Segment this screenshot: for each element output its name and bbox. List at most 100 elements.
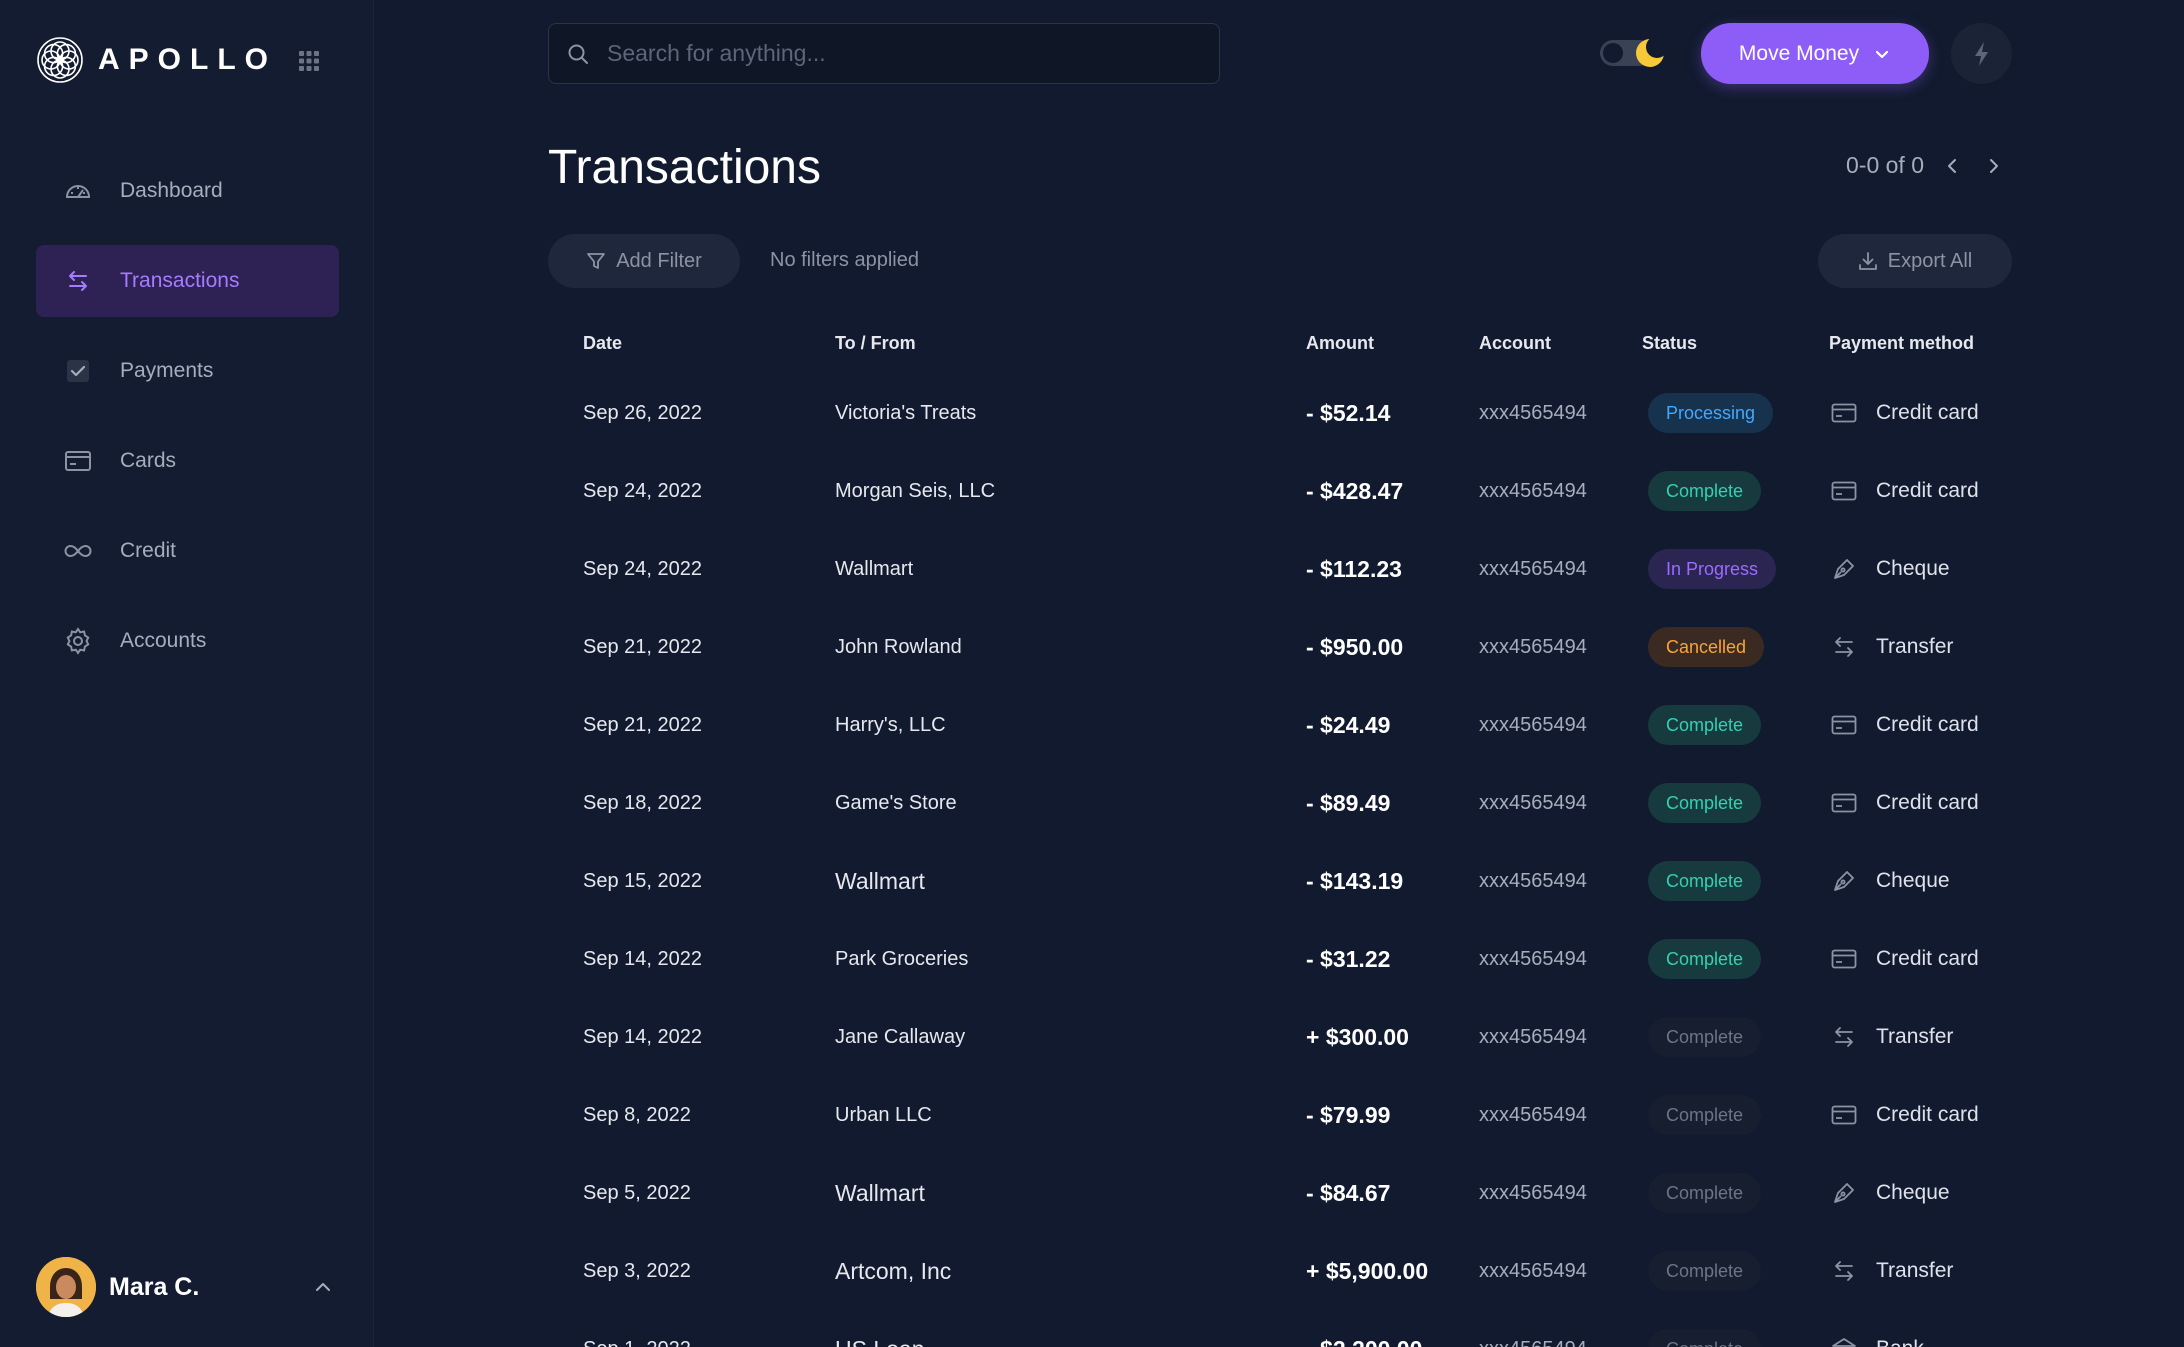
cell-status: Complete xyxy=(1648,998,1762,1076)
pagination-text: 0-0 of 0 xyxy=(1846,152,1924,178)
column-header-amount[interactable]: Amount xyxy=(1306,333,1374,354)
table-row[interactable]: Sep 3, 2022 Artcom, Inc + $5,900.00 xxx4565… xyxy=(548,1232,2018,1310)
status-badge: Complete xyxy=(1648,1251,1762,1291)
cell-account: xxx4565494 xyxy=(1479,1103,1587,1126)
column-header-account[interactable]: Account xyxy=(1479,333,1551,354)
logo[interactable]: APOLLO xyxy=(36,36,277,84)
card-icon xyxy=(64,447,92,475)
cell-payment-method: Transfer xyxy=(1830,608,1953,686)
column-header-status[interactable]: Status xyxy=(1642,333,1697,354)
notifications-button[interactable] xyxy=(1951,23,2012,84)
arrows-exchange-icon xyxy=(1830,633,1858,661)
sidebar-item-cards[interactable]: Cards xyxy=(36,425,339,497)
lightning-icon xyxy=(1974,41,1988,66)
add-filter-button[interactable]: Add Filter xyxy=(548,234,740,288)
apollo-logo-icon xyxy=(37,37,83,83)
sidebar-item-accounts[interactable]: Accounts xyxy=(36,605,339,677)
search-input[interactable] xyxy=(607,40,1167,67)
gauge-icon xyxy=(64,177,92,205)
cell-payment-method: Cheque xyxy=(1830,842,1950,920)
cell-account: xxx4565494 xyxy=(1479,635,1587,658)
sidebar-item-dashboard[interactable]: Dashboard xyxy=(36,155,339,227)
export-all-label: Export All xyxy=(1887,249,1973,272)
cell-date: Sep 1, 2022 xyxy=(583,1310,691,1347)
status-badge: Cancelled xyxy=(1648,627,1765,667)
pen-icon xyxy=(1830,555,1858,583)
cell-amount: - $84.67 xyxy=(1306,1179,1391,1206)
cell-status: Complete xyxy=(1648,920,1762,998)
table-row[interactable]: Sep 18, 2022 Game's Store - $89.49 xxx45654… xyxy=(548,764,2018,842)
filter-icon xyxy=(587,253,606,269)
app-grid-icon[interactable] xyxy=(298,50,320,72)
column-header-to-from[interactable]: To / From xyxy=(835,333,916,354)
cell-payment-method: Cheque xyxy=(1830,530,1950,608)
payment-method-label: Transfer xyxy=(1876,1259,1954,1282)
payment-method-label: Transfer xyxy=(1876,635,1954,658)
cell-status: Complete xyxy=(1648,1076,1762,1154)
sidebar-item-credit[interactable]: Credit xyxy=(36,515,339,587)
cell-account: xxx4565494 xyxy=(1479,713,1587,736)
move-money-button[interactable]: Move Money xyxy=(1701,23,1929,84)
cell-amount: - $52.14 xyxy=(1306,399,1391,426)
cell-status: Complete xyxy=(1648,842,1762,920)
cell-status: In Progress xyxy=(1648,530,1777,608)
column-header-payment-method[interactable]: Payment method xyxy=(1829,333,1974,354)
status-badge: Complete xyxy=(1648,471,1762,511)
sidebar-item-transactions[interactable]: Transactions xyxy=(36,245,339,317)
status-badge: Complete xyxy=(1648,1329,1762,1347)
cell-amount: - $24.49 xyxy=(1306,711,1391,738)
sidebar-item-label: Transactions xyxy=(120,269,240,292)
payment-method-label: Credit card xyxy=(1876,401,1979,424)
cell-account: xxx4565494 xyxy=(1479,791,1587,814)
chevron-left-icon xyxy=(1948,158,1956,173)
move-money-label: Move Money xyxy=(1738,41,1860,65)
search-bar[interactable] xyxy=(548,23,1220,84)
table-row[interactable]: Sep 21, 2022 John Rowland - $950.00 xxx4565… xyxy=(548,608,2018,686)
export-all-button[interactable]: Export All xyxy=(1818,234,2012,288)
sidebar-item-label: Payments xyxy=(120,359,214,382)
pen-icon xyxy=(1830,1179,1858,1207)
table-row[interactable]: Sep 1, 2022 US Loan - $2,200.00 xxx4565494 C… xyxy=(548,1310,2018,1347)
next-page-button[interactable] xyxy=(1982,155,2004,177)
payment-method-label: Transfer xyxy=(1876,1025,1954,1048)
column-header-date[interactable]: Date xyxy=(583,333,622,354)
prev-page-button[interactable] xyxy=(1942,155,1964,177)
theme-toggle[interactable] xyxy=(1600,36,1670,70)
table-row[interactable]: Sep 8, 2022 Urban LLC - $79.99 xxx4565494 Co… xyxy=(548,1076,2018,1154)
cell-to-from: John Rowland xyxy=(835,635,962,658)
table-row[interactable]: Sep 24, 2022 Morgan Seis, LLC - $428.47 xxx… xyxy=(548,452,2018,530)
table-row[interactable]: Sep 15, 2022 Wallmart - $143.19 xxx4565494 C… xyxy=(548,842,2018,920)
cell-date: Sep 21, 2022 xyxy=(583,713,702,736)
cell-account: xxx4565494 xyxy=(1479,1181,1587,1204)
pen-icon xyxy=(1830,867,1858,895)
table-row[interactable]: Sep 21, 2022 Harry's, LLC - $24.49 xxx45654… xyxy=(548,686,2018,764)
status-badge: Complete xyxy=(1648,783,1762,823)
sidebar-item-label: Dashboard xyxy=(120,179,223,202)
cell-payment-method: Cheque xyxy=(1830,1154,1950,1232)
table-row[interactable]: Sep 5, 2022 Wallmart - $84.67 xxx4565494 Com… xyxy=(548,1154,2018,1232)
cell-status: Cancelled xyxy=(1648,608,1765,686)
cell-to-from: Urban LLC xyxy=(835,1103,932,1126)
payment-method-label: Cheque xyxy=(1876,557,1950,580)
cell-status: Complete xyxy=(1648,1232,1762,1310)
cell-to-from: Park Groceries xyxy=(835,947,969,970)
cell-to-from: US Loan xyxy=(835,1310,925,1347)
cell-payment-method: Credit card xyxy=(1830,374,1979,452)
infinity-icon xyxy=(64,537,92,565)
table-row[interactable]: Sep 26, 2022 Victoria's Treats - $52.14 xxx… xyxy=(548,374,2018,452)
cell-date: Sep 26, 2022 xyxy=(583,401,702,424)
cell-date: Sep 3, 2022 xyxy=(583,1259,691,1282)
card-icon xyxy=(1830,399,1858,427)
cell-payment-method: Credit card xyxy=(1830,764,1979,842)
cell-account: xxx4565494 xyxy=(1479,1310,1587,1347)
cell-amount: - $143.19 xyxy=(1306,867,1404,894)
table-row[interactable]: Sep 14, 2022 Park Groceries - $31.22 xxx456… xyxy=(548,920,2018,998)
card-icon xyxy=(1830,711,1858,739)
sidebar-item-payments[interactable]: Payments xyxy=(36,335,339,407)
table-row[interactable]: Sep 24, 2022 Wallmart - $112.23 xxx4565494 I… xyxy=(548,530,2018,608)
page-title: Transactions xyxy=(548,141,821,194)
status-badge: Complete xyxy=(1648,1173,1762,1213)
user-menu[interactable]: Mara C. xyxy=(36,1255,339,1319)
chevron-up-icon[interactable] xyxy=(313,1277,333,1297)
table-row[interactable]: Sep 14, 2022 Jane Callaway + $300.00 xxx456… xyxy=(548,998,2018,1076)
